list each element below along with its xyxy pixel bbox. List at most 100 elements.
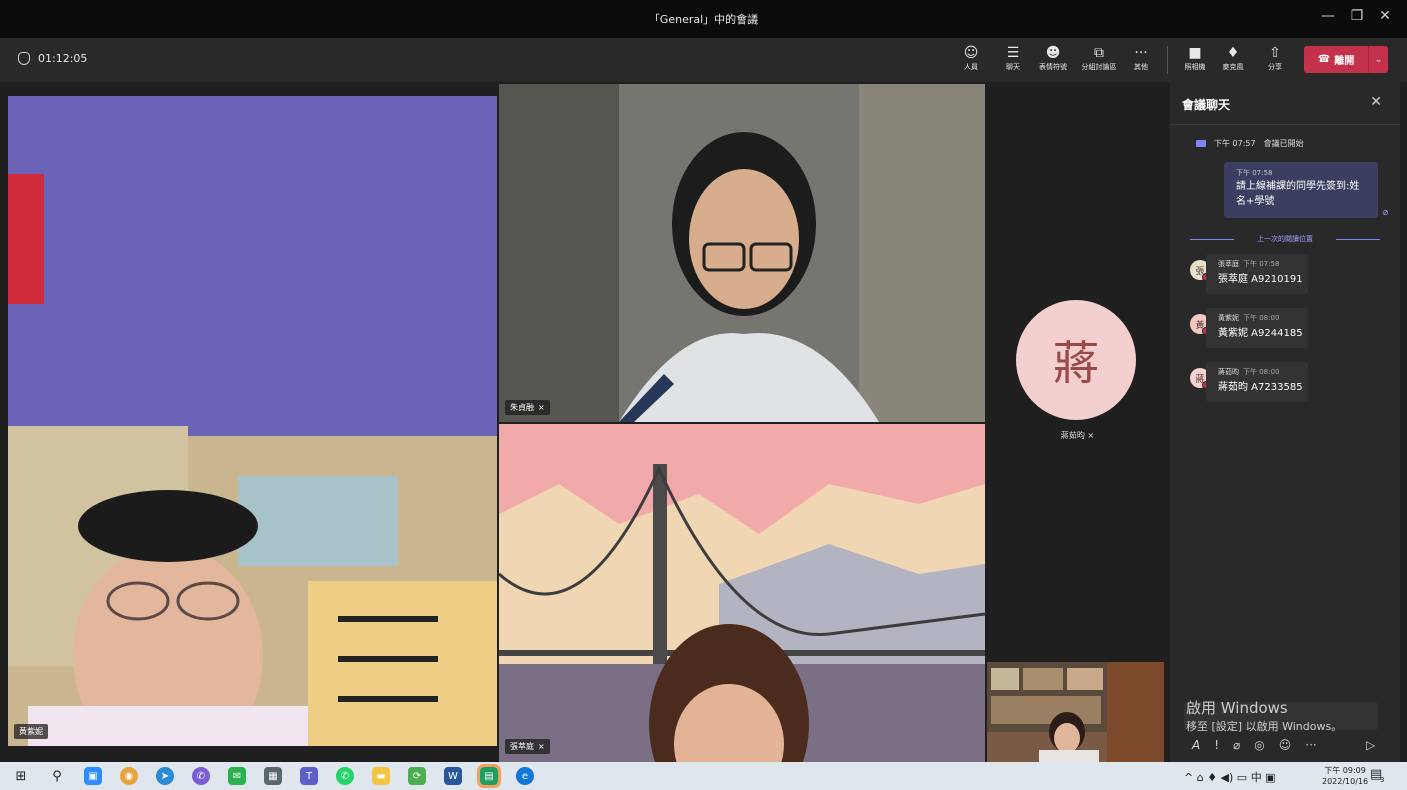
message-text: 黃紫妮 A9244185: [1218, 328, 1303, 339]
emoji-icon: ☻: [1045, 45, 1061, 61]
minimize-button[interactable]: —: [1317, 8, 1339, 24]
chrome-icon[interactable]: ◉: [120, 767, 138, 785]
start-menu-icon[interactable]: ⊞: [12, 767, 30, 785]
video-camera-icon: [1196, 140, 1206, 147]
message-header: 蔣茹昀 下午 08:00: [1218, 367, 1296, 377]
microphone-button[interactable]: ♦ 麥克風: [1210, 44, 1256, 78]
system-tray[interactable]: ^ ⌂ ♦ ◀) ▭ 中 ▣: [1184, 769, 1276, 785]
message-time: 下午 07:58: [1236, 169, 1273, 177]
message-text: 蔣茹昀 A7233585: [1218, 382, 1303, 393]
close-button[interactable]: ✕: [1374, 8, 1396, 24]
share-label: 分享: [1268, 63, 1282, 71]
sender-name: 黃紫妮: [1218, 314, 1239, 322]
last-read-marker: 上一次的閱讀位置: [1190, 234, 1380, 244]
mic-off-icon: ⨯: [538, 403, 545, 412]
whatsapp-icon[interactable]: ✆: [336, 767, 354, 785]
leave-options-chevron-icon[interactable]: ⌄: [1368, 46, 1388, 73]
share-icon: ⇧: [1269, 45, 1281, 61]
leave-button[interactable]: ☎ 離開 ⌄: [1304, 46, 1388, 73]
clock-date: 2022/10/16: [1322, 777, 1369, 786]
phone-hangup-icon: ☎: [1317, 54, 1331, 65]
video-tile-main[interactable]: 黃紫妮: [8, 96, 497, 746]
edge-icon[interactable]: e: [516, 767, 534, 785]
message-bubble: 黃紫妮 下午 08:00 黃紫妮 A9244185: [1206, 308, 1308, 348]
taskbar-clock[interactable]: 下午 09:09 2022/10/16: [1322, 765, 1368, 787]
teams-icon[interactable]: T: [300, 767, 318, 785]
mic-off-icon: ⨯: [538, 742, 545, 751]
file-explorer-icon[interactable]: ▬: [372, 767, 390, 785]
line-chat-icon[interactable]: ▤: [477, 764, 501, 788]
chat-message[interactable]: 黃 黃紫妮 下午 08:00 黃紫妮 A9244185: [1190, 308, 1316, 350]
breakout-button[interactable]: ⧉ 分組討論區: [1076, 44, 1122, 78]
window-title: 「General」中的會議: [648, 13, 759, 26]
zoom-app-icon[interactable]: ▣: [84, 767, 102, 785]
breakout-label: 分組討論區: [1081, 63, 1117, 71]
meeting-timer: 01:12:05: [18, 52, 87, 65]
message-text-line2: 名+學號: [1236, 196, 1275, 207]
sync-icon[interactable]: ⟳: [408, 767, 426, 785]
meeting-toolbar: 01:12:05 ☺ 人員 ☰ 聊天 ☻ 表情符號 ⧉ 分組討論區 ··· 其他…: [0, 38, 1407, 82]
chat-message[interactable]: 蔣 蔣茹昀 下午 08:00 蔣茹昀 A7233585: [1190, 362, 1316, 404]
video-tile-bottom-center[interactable]: 張萃庭 ⨯: [499, 424, 985, 762]
leave-label: 離開: [1334, 56, 1355, 67]
notification-count: 3: [1380, 776, 1385, 784]
watermark-subtitle: 移至 [設定] 以啟用 Windows。: [1186, 720, 1343, 733]
microphone-icon: ♦: [1226, 45, 1240, 61]
self-preview[interactable]: [987, 662, 1164, 762]
seen-check-icon: ⊘: [1382, 208, 1389, 217]
close-icon[interactable]: ✕: [1370, 94, 1382, 110]
message-text-line1: 請上線補課的同學先簽到:姓: [1236, 181, 1360, 192]
video-feed: [8, 96, 497, 746]
important-icon[interactable]: !: [1214, 738, 1219, 752]
activate-windows-watermark: 啟用 Windows 移至 [設定] 以啟用 Windows。: [1186, 697, 1342, 734]
attach-icon[interactable]: ⌀: [1233, 738, 1240, 752]
search-icon[interactable]: ⚲: [48, 767, 66, 785]
send-icon[interactable]: ▷: [1366, 738, 1375, 752]
chat-panel: 會議聊天 ✕ 下午 07:57 會議已開始 下午 07:58 請上線補課的同學先…: [1170, 82, 1400, 762]
message-time: 下午 08:00: [1243, 368, 1280, 376]
telegram-icon[interactable]: ➤: [156, 767, 174, 785]
participant-name-tag: 黃紫妮: [14, 724, 48, 739]
calculator-icon[interactable]: ▦: [264, 767, 282, 785]
line-app-icon[interactable]: ✉: [228, 767, 246, 785]
loop-icon[interactable]: ◎: [1254, 738, 1264, 752]
share-button[interactable]: ⇧ 分享: [1252, 44, 1298, 78]
more-label: 其他: [1134, 63, 1148, 71]
viber-icon[interactable]: ✆: [192, 767, 210, 785]
clock-time: 下午 09:09: [1324, 766, 1366, 775]
breakout-icon: ⧉: [1094, 45, 1104, 61]
emoji-button[interactable]: ☻ 表情符號: [1030, 44, 1076, 78]
format-icon[interactable]: 𝘈: [1192, 738, 1200, 752]
avatar-tile[interactable]: 蔣 蔣茹昀 ⨯: [987, 84, 1168, 660]
self-video-feed: [987, 662, 1164, 762]
mic-off-icon: ⨯: [1087, 431, 1095, 440]
message-time: 下午 07:58: [1243, 260, 1280, 268]
watermark-title: 啟用 Windows: [1186, 699, 1288, 717]
people-button[interactable]: ☺ 人員: [948, 44, 994, 78]
message-text: 張萃庭 A9210191: [1218, 274, 1303, 285]
sender-name: 張萃庭: [1218, 260, 1239, 268]
toolbar-divider: [1167, 46, 1168, 74]
more-icon: ···: [1134, 45, 1148, 61]
more-button[interactable]: ··· 其他: [1118, 44, 1164, 78]
shield-icon: [18, 52, 30, 65]
leave-main[interactable]: ☎ 離開: [1304, 52, 1368, 67]
microphone-label: 麥克風: [1222, 63, 1244, 71]
restore-button[interactable]: ❐: [1346, 8, 1368, 24]
own-message[interactable]: 下午 07:58 請上線補課的同學先簽到:姓 名+學號: [1224, 162, 1378, 218]
emoji-icon[interactable]: ☺: [1279, 738, 1292, 752]
system-time: 下午 07:57: [1214, 139, 1256, 148]
message-header: 張萃庭 下午 07:58: [1218, 259, 1296, 269]
participant-avatar: 蔣: [1016, 300, 1136, 420]
message-bubble: 蔣茹昀 下午 08:00 蔣茹昀 A7233585: [1206, 362, 1308, 402]
chat-message[interactable]: 張 張萃庭 下午 07:58 張萃庭 A9210191: [1190, 254, 1316, 296]
video-tile-top-center[interactable]: 朱貞融 ⨯: [499, 84, 985, 422]
marker-line-right: [1336, 239, 1380, 240]
message-header: 黃紫妮 下午 08:00: [1218, 313, 1296, 323]
word-icon[interactable]: W: [444, 767, 462, 785]
more-options-icon[interactable]: ···: [1305, 738, 1316, 752]
compose-toolbar: 𝘈 ! ⌀ ◎ ☺ ···: [1192, 738, 1317, 752]
meeting-started-notice: 下午 07:57 會議已開始: [1196, 138, 1304, 149]
people-label: 人員: [964, 63, 978, 71]
participant-name: 蔣茹昀: [1060, 431, 1085, 440]
